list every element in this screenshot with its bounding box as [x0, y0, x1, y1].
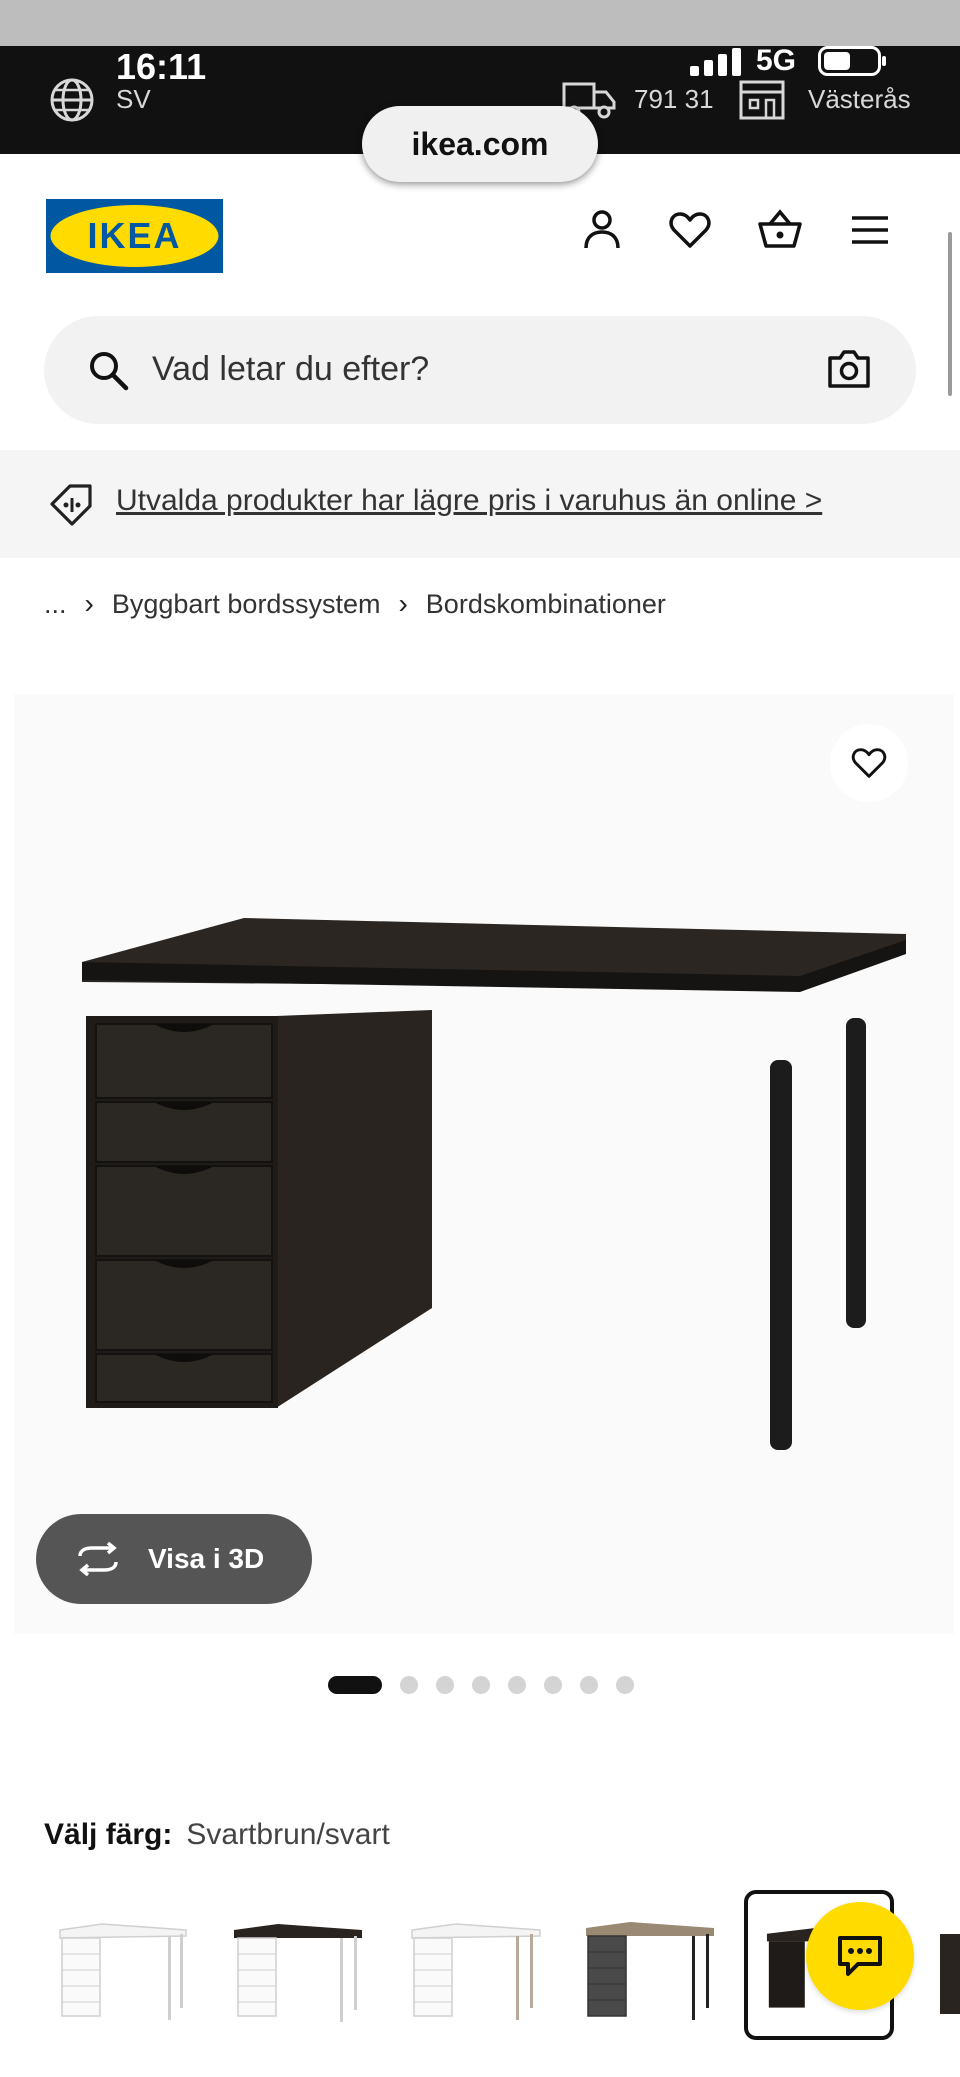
view-in-3d-label: Visa i 3D [148, 1543, 265, 1574]
url-bar[interactable]: ikea.com [362, 106, 598, 182]
color-value: Svartbrun/svart [186, 1818, 390, 1851]
status-time: 16:11 [116, 46, 207, 87]
heart-icon[interactable] [666, 206, 714, 254]
search-icon [90, 352, 129, 391]
color-swatch-partial[interactable] [936, 1890, 960, 2040]
url-text: ikea.com [411, 125, 549, 162]
chat-icon [838, 1936, 882, 1976]
price-tag-icon [50, 484, 92, 526]
rotate-3d-icon [78, 1542, 118, 1576]
store-icon [739, 80, 785, 120]
signal-icon [690, 48, 741, 76]
postal-code[interactable]: 791 31 [634, 84, 714, 115]
search-input[interactable]: Vad letar du efter? [44, 316, 916, 424]
breadcrumb: ... › Byggbart bordssystem › Bordskombin… [44, 588, 666, 620]
pagination-dot[interactable] [508, 1676, 526, 1694]
pagination-dot[interactable] [544, 1676, 562, 1694]
color-swatch-white[interactable] [46, 1890, 196, 2040]
pagination-dot[interactable] [436, 1676, 454, 1694]
breadcrumb-item-combinations[interactable]: Bordskombinationer [426, 589, 666, 620]
globe-icon [50, 78, 94, 122]
page-scrollbar[interactable] [948, 232, 952, 396]
breadcrumb-item-system[interactable]: Byggbart bordssystem [112, 589, 381, 620]
pagination-dot-active[interactable] [328, 1676, 382, 1694]
top-bezel [0, 0, 960, 46]
pagination-dot[interactable] [400, 1676, 418, 1694]
promo-link[interactable]: Utvalda produkter har lägre pris i varuh… [116, 484, 822, 518]
ikea-logo[interactable]: IKEA [46, 199, 223, 273]
user-icon[interactable] [578, 206, 626, 254]
color-swatch-black-white[interactable] [228, 1890, 378, 2040]
pagination-dot[interactable] [616, 1676, 634, 1694]
color-selector-label: Välj färg: Svartbrun/svart [44, 1818, 390, 1852]
chat-button[interactable] [806, 1902, 914, 2010]
color-swatch-white-legs[interactable] [406, 1890, 556, 2040]
basket-icon[interactable] [756, 206, 804, 254]
heart-icon [851, 748, 887, 778]
camera-icon[interactable] [826, 348, 872, 390]
color-label: Välj färg: [44, 1818, 173, 1851]
chevron-right-icon: › [84, 588, 94, 619]
network-label: 5G [756, 44, 797, 77]
menu-icon[interactable] [846, 206, 894, 254]
language-label[interactable]: SV [116, 84, 151, 115]
pagination-dot[interactable] [580, 1676, 598, 1694]
color-swatch-gray-oak[interactable] [582, 1890, 732, 2040]
store-name[interactable]: Västerås [808, 84, 911, 115]
gallery-pagination [328, 1676, 652, 1694]
view-in-3d-button[interactable]: Visa i 3D [36, 1514, 312, 1604]
promo-banner: Utvalda produkter har lägre pris i varuh… [0, 450, 960, 558]
add-to-wishlist-button[interactable] [830, 724, 908, 802]
desk-product-image [82, 918, 906, 1450]
battery-icon [818, 46, 886, 76]
svg-text:IKEA: IKEA [87, 215, 181, 256]
chevron-right-icon: › [398, 588, 408, 619]
breadcrumb-more[interactable]: ... [44, 589, 67, 620]
product-image-gallery[interactable]: Visa i 3D [14, 694, 954, 1634]
pagination-dot[interactable] [472, 1676, 490, 1694]
search-placeholder: Vad letar du efter? [152, 350, 430, 388]
